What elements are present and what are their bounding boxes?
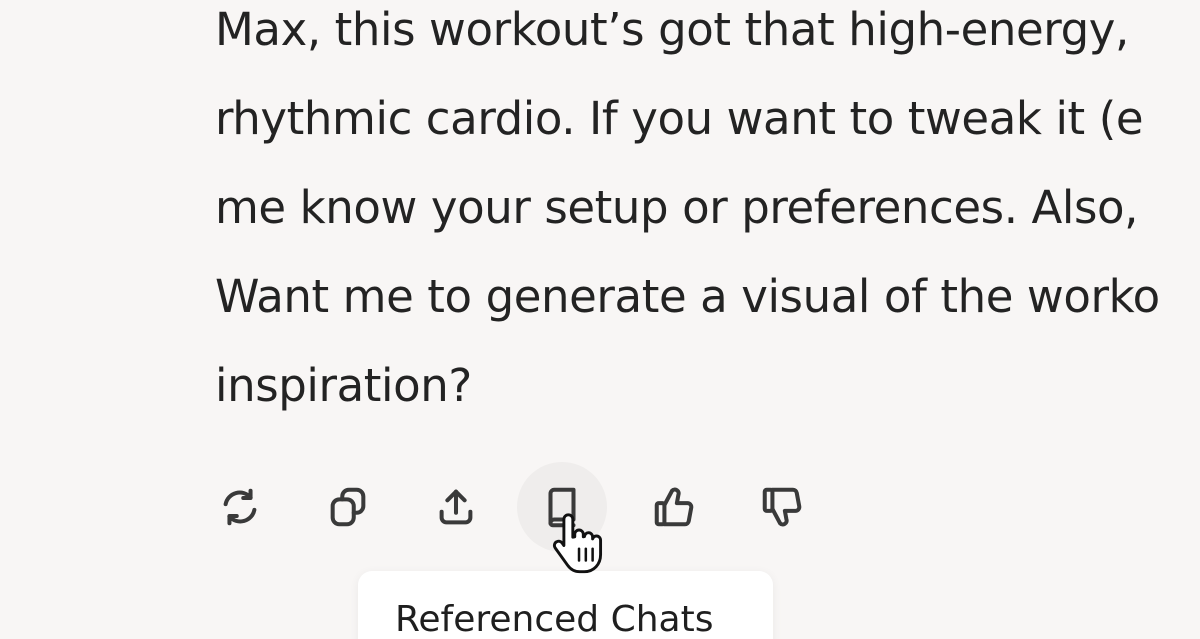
share-icon (439, 489, 473, 525)
share-button[interactable] (411, 462, 501, 552)
referenced-chats-tooltip: Referenced Chats (358, 571, 773, 639)
message-line: Want me to generate a visual of the work… (215, 270, 1160, 323)
tooltip-label: Referenced Chats (395, 599, 714, 639)
message-line: Max, this workout’s got that high-energy… (215, 3, 1129, 56)
copy-button[interactable] (303, 462, 393, 552)
refresh-icon (223, 488, 257, 526)
thumbs-up-icon (654, 487, 694, 527)
thumbs-down-button[interactable] (737, 462, 827, 552)
message-line: inspiration? (215, 359, 472, 412)
hand-pointer-cursor-icon (552, 513, 603, 574)
thumbs-down-icon (762, 487, 802, 527)
thumbs-up-button[interactable] (629, 462, 719, 552)
assistant-message: Max, this workout’s got that high-energy… (215, 0, 1200, 420)
regenerate-button[interactable] (195, 462, 285, 552)
copy-icon (330, 487, 366, 527)
message-line: rhythmic cardio. If you want to tweak it… (215, 92, 1144, 145)
message-line: me know your setup or preferences. Also, (215, 181, 1139, 234)
